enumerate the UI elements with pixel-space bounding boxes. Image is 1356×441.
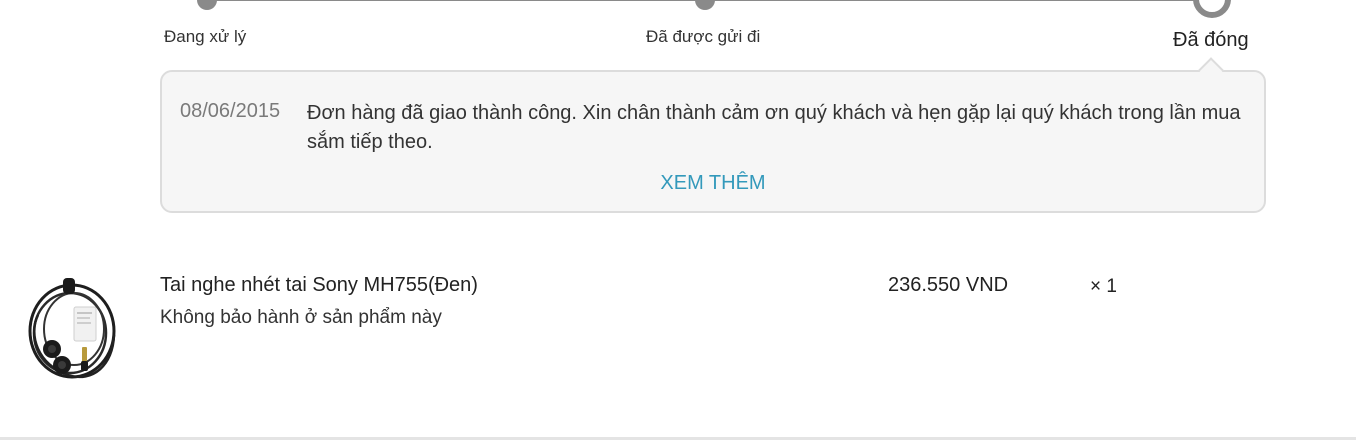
order-status-note: 08/06/2015 Đơn hàng đã giao thành công. … bbox=[160, 70, 1266, 213]
step-label-closed: Đã đóng bbox=[1173, 29, 1249, 51]
product-warranty-note: Không bảo hành ở sản phẩm này bbox=[160, 307, 442, 328]
step-dot-processing bbox=[197, 0, 217, 10]
product-price: 236.550 VND bbox=[888, 274, 1009, 296]
bottom-divider bbox=[0, 437, 1356, 440]
earphones-icon bbox=[28, 278, 116, 379]
step-label-processing: Đang xử lý bbox=[164, 27, 247, 46]
step-label-shipped: Đã được gửi đi bbox=[646, 27, 761, 46]
step-dot-closed-current bbox=[1193, 0, 1231, 18]
product-quantity: × 1 bbox=[1090, 276, 1117, 297]
see-more-link[interactable]: XEM THÊM bbox=[162, 172, 1264, 195]
step-dot-shipped bbox=[695, 0, 715, 10]
product-name[interactable]: Tai nghe nhét tai Sony MH755(Đen) bbox=[160, 274, 478, 297]
note-date: 08/06/2015 bbox=[180, 100, 281, 122]
note-message: Đơn hàng đã giao thành công. Xin chân th… bbox=[307, 102, 1241, 153]
order-detail-page: Đang xử lý Đã được gửi đi Đã đóng 08/06/… bbox=[0, 0, 1356, 441]
earphones-image[interactable] bbox=[18, 275, 126, 387]
